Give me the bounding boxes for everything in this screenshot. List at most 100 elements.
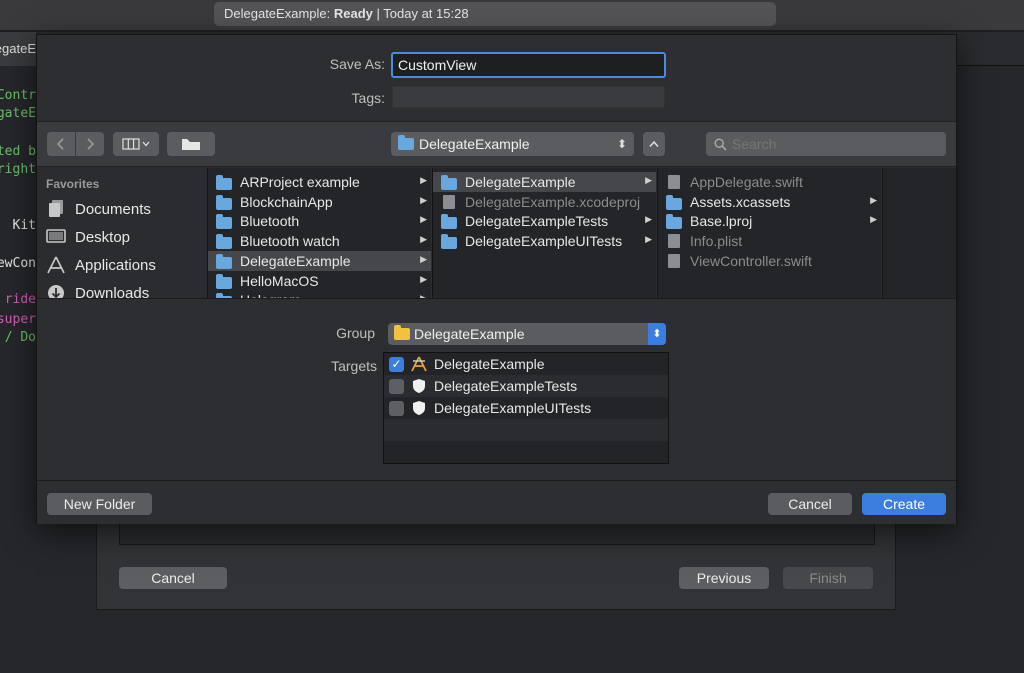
new-folder-button[interactable]: New Folder: [47, 493, 152, 515]
target-row[interactable]: ✓ DelegateExample: [384, 353, 668, 375]
test-target-icon: [410, 378, 428, 394]
column-view-icon: [122, 138, 150, 150]
browser-row[interactable]: Bluetooth ▶: [208, 211, 431, 231]
browser-row-label: DelegateExampleTests: [465, 213, 609, 230]
code-line: Kit: [0, 218, 36, 236]
browser-row[interactable]: DelegateExampleTests ▶: [433, 211, 656, 231]
status-app-name: DelegateExample:: [224, 6, 331, 21]
browser-row[interactable]: DelegateExampleUITests ▶: [433, 231, 656, 251]
browser-row-label: Bluetooth: [240, 213, 300, 230]
disclosure-arrow-icon: ▶: [870, 194, 877, 205]
folder-icon: [441, 175, 457, 190]
sidebar-item-desktop[interactable]: Desktop: [45, 224, 205, 250]
folder-action-icon: [182, 139, 200, 150]
folder-icon: [666, 214, 682, 230]
save-as-label: Save As:: [329, 56, 385, 72]
back-button[interactable]: [47, 132, 75, 156]
code-text: / Do: [4, 330, 36, 345]
status-state: Ready: [333, 6, 373, 21]
browser-row[interactable]: ARProject example ▶: [208, 172, 431, 192]
browser-row[interactable]: Bluetooth watch ▶: [208, 231, 431, 251]
window-titlebar: DelegateExample: Ready | Today at 15:28: [0, 0, 1024, 30]
target-checkbox[interactable]: [389, 378, 404, 394]
folder-icon: [216, 273, 232, 289]
browser-row[interactable]: HelloMacOS ▶: [208, 271, 431, 291]
code-line: DelegateE: [0, 106, 36, 124]
forward-button[interactable]: [76, 132, 104, 156]
applications-icon: [45, 255, 67, 275]
code-text: iewCon: [0, 256, 36, 271]
wizard-cancel-button[interactable]: Cancel: [119, 567, 227, 589]
browser-row[interactable]: ViewController.swift: [658, 251, 881, 271]
browser-row[interactable]: DelegateExample.xcodeproj: [433, 192, 656, 212]
target-checkbox[interactable]: [389, 400, 404, 416]
favorites-sidebar: Favorites Documents Desktop Applications…: [37, 168, 207, 298]
folder-shape: [666, 194, 682, 210]
empty-row: [384, 419, 668, 441]
search-input[interactable]: [706, 132, 946, 156]
app-target-icon: [410, 356, 428, 372]
folder-icon: [216, 234, 232, 250]
browser-row[interactable]: AppDelegate.swift: [658, 172, 881, 192]
browser-row[interactable]: Assets.xcassets ▶: [658, 192, 881, 212]
code-text: right: [0, 162, 36, 177]
editor-tab[interactable]: DelegateE: [0, 32, 36, 66]
browser-row[interactable]: Base.lproj ▶: [658, 211, 881, 231]
folder-shape: [216, 194, 232, 210]
favorites-heading: Favorites: [46, 177, 100, 191]
browser-row-label: BlockchainApp: [240, 193, 333, 210]
folder-shape: [441, 214, 457, 230]
location-popup[interactable]: DelegateExample ⬍: [391, 132, 634, 156]
sidebar-item-label: Desktop: [75, 228, 131, 246]
disclosure-arrow-icon: ▶: [420, 273, 427, 284]
file-icon: [666, 234, 682, 249]
code-line: ride: [0, 292, 36, 310]
target-label: DelegateExampleTests: [434, 378, 578, 394]
create-button[interactable]: Create: [862, 493, 946, 515]
wizard-previous-button[interactable]: Previous: [679, 567, 769, 589]
folder-shape: [216, 175, 232, 190]
sidebar-item-downloads[interactable]: Downloads: [45, 280, 205, 298]
file-shape: [668, 175, 680, 189]
view-mode-button[interactable]: [113, 132, 159, 156]
browser-column-4: [882, 168, 956, 298]
browser-row[interactable]: DelegateExample ▶: [433, 172, 656, 192]
downloads-icon: [45, 283, 67, 298]
folder-icon: [216, 175, 232, 190]
code-text: DelegateE: [0, 106, 36, 121]
sidebar-item-applications[interactable]: Applications: [45, 252, 205, 278]
folder-icon: [216, 214, 232, 230]
target-row[interactable]: DelegateExampleTests: [384, 375, 668, 397]
wizard-finish-button: Finish: [783, 567, 873, 589]
save-as-input[interactable]: [391, 52, 666, 78]
disclosure-arrow-icon: ▶: [645, 175, 652, 185]
disclosure-arrow-icon: ▶: [645, 214, 652, 225]
tags-input[interactable]: [392, 86, 665, 108]
file-icon: [666, 253, 682, 268]
code-text: Contr: [0, 88, 36, 103]
target-row[interactable]: DelegateExampleUITests: [384, 397, 668, 419]
cancel-button[interactable]: Cancel: [768, 493, 852, 515]
browser-row[interactable]: Info.plist: [658, 231, 881, 251]
code-line: iewCon: [0, 256, 36, 274]
collapse-button[interactable]: [643, 132, 665, 156]
target-checkbox[interactable]: ✓: [389, 356, 404, 372]
new-folder-toolbar-button[interactable]: [167, 132, 215, 156]
browser-column-3: AppDelegate.swift Assets.xcassets ▶ Base.lp…: [657, 168, 881, 298]
browser-row[interactable]: BlockchainApp ▶: [208, 192, 431, 212]
code-line: / Do: [0, 330, 36, 348]
tags-label: Tags:: [351, 90, 385, 106]
browser-row[interactable]: DelegateExample ▶: [208, 250, 431, 271]
browser-row[interactable]: Hologram▶: [208, 290, 431, 298]
browser-row-label: DelegateExample.xcodeproj: [465, 193, 641, 210]
sidebar-item-label: Applications: [75, 256, 156, 274]
folder-icon: [216, 194, 232, 210]
group-popup[interactable]: DelegateExample ⬍: [388, 323, 666, 345]
disclosure-arrow-icon: ▶: [645, 234, 652, 245]
disclosure-arrow-icon: ▶: [420, 194, 427, 205]
browser-column-1: ARProject example ▶ BlockchainApp ▶ Bluetoot…: [207, 168, 431, 298]
folder-icon: [441, 214, 457, 230]
sidebar-item-documents[interactable]: Documents: [45, 196, 205, 222]
template-wizard-sheet: Cancel Previous Finish: [96, 520, 896, 610]
browser-row-label: ViewController.swift: [690, 252, 812, 269]
